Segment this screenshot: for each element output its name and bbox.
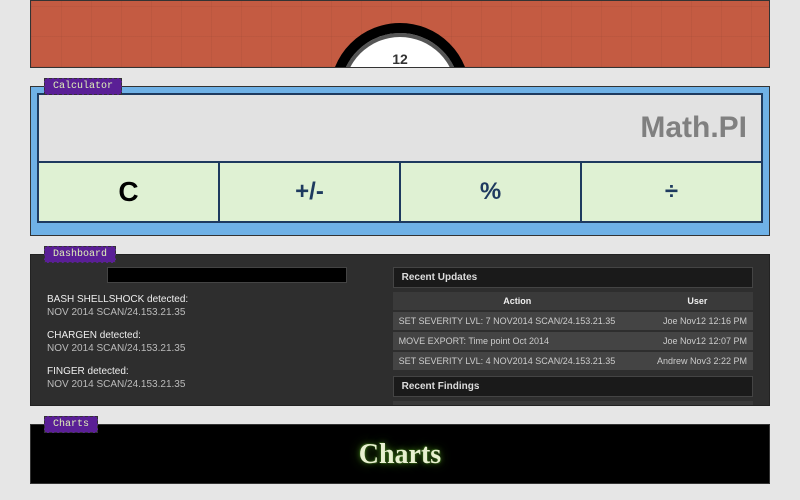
calculator-body: Math.PI C +/- % ÷: [30, 86, 770, 236]
findings-header-risk: Risk Level: [600, 401, 753, 406]
percent-button[interactable]: %: [401, 163, 582, 221]
charts-widget: Charts Charts: [30, 424, 770, 484]
updates-table: Action User SET SEVERITY LVL: 7 NOV2014 …: [393, 292, 753, 370]
alert-title: CHARGEN detected:: [47, 329, 375, 342]
clock-widget: 12: [30, 0, 770, 68]
findings-header-host: Host: [393, 401, 480, 406]
alert-title: FINGER detected:: [47, 365, 375, 378]
findings-section-title: Recent Findings: [393, 376, 753, 397]
divide-button[interactable]: ÷: [582, 163, 761, 221]
findings-header-finding: Finding: [479, 401, 600, 406]
table-row: MOVE EXPORT: Time point Oct 2014 Joe Nov…: [393, 331, 753, 351]
sign-button[interactable]: +/-: [220, 163, 401, 221]
alert-item: FINGER detected: NOV 2014 SCAN/24.153.21…: [47, 365, 375, 391]
alert-subtitle: NOV 2014 SCAN/24.153.21.35: [47, 342, 375, 355]
clock-hour-12: 12: [392, 51, 408, 67]
alert-item: CHARGEN detected: NOV 2014 SCAN/24.153.2…: [47, 329, 375, 355]
updates-section-title: Recent Updates: [393, 267, 753, 288]
calculator-widget: Calculator Math.PI C +/- % ÷: [30, 86, 770, 236]
calculator-row: C +/- % ÷: [37, 163, 763, 223]
calculator-display-text: Math.PI: [640, 111, 747, 145]
table-row: SET SEVERITY LVL: 4 NOV2014 SCAN/24.153.…: [393, 351, 753, 370]
alert-subtitle: NOV 2014 SCAN/24.153.21.35: [47, 378, 375, 391]
charts-body: Charts: [30, 424, 770, 484]
alert-title: BASH SHELLSHOCK detected:: [47, 293, 375, 306]
clear-button[interactable]: C: [39, 163, 220, 221]
search-input[interactable]: [107, 267, 347, 283]
update-user: Joe Nov12 12:16 PM: [642, 311, 753, 331]
update-user: Andrew Nov3 2:22 PM: [642, 351, 753, 370]
updates-header-action: Action: [393, 292, 642, 311]
dashboard-body: BASH SHELLSHOCK detected: NOV 2014 SCAN/…: [30, 254, 770, 406]
calculator-display: Math.PI: [37, 93, 763, 163]
calculator-label: Calculator: [44, 78, 122, 95]
alert-item: BASH SHELLSHOCK detected: NOV 2014 SCAN/…: [47, 293, 375, 319]
findings-table: Host Finding Risk Level: [393, 401, 753, 406]
dashboard-widget: Dashboard BASH SHELLSHOCK detected: NOV …: [30, 254, 770, 406]
update-action: SET SEVERITY LVL: 4 NOV2014 SCAN/24.153.…: [393, 351, 642, 370]
update-action: SET SEVERITY LVL: 7 NOV2014 SCAN/24.153.…: [393, 311, 642, 331]
charts-label: Charts: [44, 416, 98, 433]
update-action: MOVE EXPORT: Time point Oct 2014: [393, 331, 642, 351]
alert-subtitle: NOV 2014 SCAN/24.153.21.35: [47, 306, 375, 319]
update-user: Joe Nov12 12:07 PM: [642, 331, 753, 351]
dashboard-right-panel: Recent Updates Action User SET SEVERITY …: [393, 267, 753, 397]
charts-title: Charts: [31, 439, 769, 471]
table-row: SET SEVERITY LVL: 7 NOV2014 SCAN/24.153.…: [393, 311, 753, 331]
updates-header-user: User: [642, 292, 753, 311]
dashboard-label: Dashboard: [44, 246, 116, 263]
dashboard-left-panel: BASH SHELLSHOCK detected: NOV 2014 SCAN/…: [47, 267, 375, 397]
